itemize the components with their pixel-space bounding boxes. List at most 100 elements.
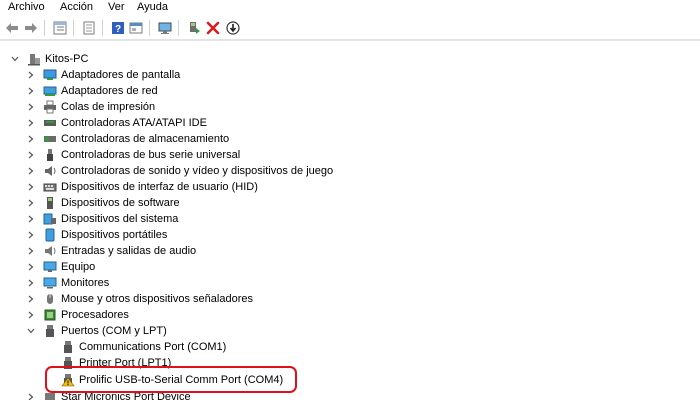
tree-item-puertos[interactable]: Puertos (COM y LPT) — [0, 323, 700, 339]
usb-icon — [47, 149, 53, 161]
tree-item-label: Controladoras de bus serie universal — [61, 149, 241, 161]
tree-item-label: Dispositivos portátiles — [61, 229, 168, 241]
toolbar-separator — [44, 20, 45, 36]
tree-item-controladoras-usb[interactable]: Controladoras de bus serie universal — [0, 147, 700, 163]
forward-icon[interactable] — [23, 20, 39, 36]
toolbar-separator — [102, 20, 103, 36]
tree-item-label: Communications Port (COM1) — [79, 341, 227, 353]
display-adapter-icon — [43, 69, 57, 80]
device-tree: Kitos-PC Adaptadores de pantalla Adaptad… — [0, 40, 700, 400]
chevron-right-icon[interactable] — [25, 85, 37, 97]
highlight-annotation — [45, 366, 297, 393]
network-adapter-icon — [43, 86, 57, 96]
tree-item-mouse[interactable]: Mouse y otros dispositivos señaladores — [0, 291, 700, 307]
panel-icon[interactable] — [128, 20, 144, 36]
keyboard-icon — [43, 183, 57, 192]
tree-item-label: Controladoras ATA/ATAPI IDE — [61, 117, 207, 129]
chevron-right-icon[interactable] — [25, 101, 37, 113]
menu-archivo[interactable]: Archivo — [8, 1, 45, 14]
chevron-right-icon[interactable] — [25, 133, 37, 145]
uninstall-icon[interactable] — [205, 20, 221, 36]
tree-item-label: Dispositivos del sistema — [61, 213, 179, 225]
toolbar: ? — [0, 16, 700, 40]
menu-ver[interactable]: Ver — [108, 1, 125, 14]
speaker-icon — [45, 166, 56, 176]
software-device-icon — [47, 197, 53, 209]
processor-icon — [44, 309, 56, 321]
tree-item-controladoras-ata[interactable]: Controladoras ATA/ATAPI IDE — [0, 115, 700, 131]
properties-icon[interactable] — [81, 20, 97, 36]
tree-item-label: Controladoras de almacenamiento — [61, 133, 230, 145]
tree-root[interactable]: Kitos-PC — [0, 51, 700, 67]
tree-item-label: Entradas y salidas de audio — [61, 245, 197, 257]
monitor-icon — [43, 277, 57, 289]
computer-icon — [28, 54, 40, 66]
tree-item-label: Adaptadores de pantalla — [61, 69, 181, 81]
printer-icon — [44, 100, 56, 114]
chevron-down-icon[interactable] — [25, 325, 37, 337]
ide-controller-icon — [44, 120, 56, 126]
storage-controller-icon — [44, 136, 56, 142]
chevron-right-icon[interactable] — [25, 213, 37, 225]
chevron-right-icon[interactable] — [25, 391, 37, 400]
tree-item-colas-impresion[interactable]: Colas de impresión — [0, 99, 700, 115]
computer-monitor-icon — [43, 261, 57, 272]
mouse-icon — [47, 294, 53, 304]
port-icon — [64, 341, 72, 353]
tree-item-audio[interactable]: Entradas y salidas de audio — [0, 243, 700, 259]
chevron-right-icon[interactable] — [25, 277, 37, 289]
download-icon[interactable] — [225, 20, 241, 36]
tree-item-adaptadores-red[interactable]: Adaptadores de red — [0, 83, 700, 99]
audio-io-icon — [45, 246, 56, 256]
menu-ayuda[interactable]: Ayuda — [137, 1, 168, 14]
help-icon[interactable]: ? — [110, 20, 126, 36]
chevron-right-icon[interactable] — [25, 181, 37, 193]
chevron-right-icon[interactable] — [25, 165, 37, 177]
tree-item-label: Colas de impresión — [61, 101, 156, 113]
chevron-right-icon[interactable] — [25, 197, 37, 209]
chevron-right-icon[interactable] — [25, 229, 37, 241]
chevron-right-icon[interactable] — [25, 69, 37, 81]
chevron-right-icon[interactable] — [25, 245, 37, 257]
tree-item-label: Dispositivos de interfaz de usuario (HID… — [61, 181, 258, 193]
tree-item-controladoras-almacenamiento[interactable]: Controladoras de almacenamiento — [0, 131, 700, 147]
toolbar-separator — [149, 20, 150, 36]
toolbar-separator — [73, 20, 74, 36]
chevron-right-icon[interactable] — [25, 117, 37, 129]
tree-item-software[interactable]: Dispositivos de software — [0, 195, 700, 211]
tree-item-hid[interactable]: Dispositivos de interfaz de usuario (HID… — [0, 179, 700, 195]
tree-item-label: Adaptadores de red — [61, 85, 158, 97]
chevron-right-icon[interactable] — [25, 309, 37, 321]
tree-item-label: Monitores — [61, 277, 110, 289]
menu-bar: Archivo Acción Ver Ayuda — [0, 0, 700, 16]
tree-item-label: Mouse y otros dispositivos señaladores — [61, 293, 253, 305]
tree-item-portatiles[interactable]: Dispositivos portátiles — [0, 227, 700, 243]
chevron-right-icon[interactable] — [25, 261, 37, 273]
system-device-icon — [43, 213, 56, 225]
add-driver-icon[interactable] — [186, 20, 202, 36]
tree-item-label: Puertos (COM y LPT) — [61, 325, 167, 337]
tree-view-icon[interactable] — [52, 20, 68, 36]
tree-item-equipo[interactable]: Equipo — [0, 259, 700, 275]
tree-item-label: Procesadores — [61, 309, 129, 321]
tree-item-com1[interactable]: Communications Port (COM1) — [0, 339, 700, 355]
tree-item-procesadores[interactable]: Procesadores — [0, 307, 700, 323]
tree-item-label: Dispositivos de software — [61, 197, 180, 209]
chevron-down-icon[interactable] — [9, 53, 21, 65]
tree-item-monitores[interactable]: Monitores — [0, 275, 700, 291]
tree-root-label: Kitos-PC — [45, 53, 89, 65]
back-icon[interactable] — [4, 20, 20, 36]
toolbar-separator — [178, 20, 179, 36]
port-icon — [46, 325, 54, 337]
tree-item-sistema[interactable]: Dispositivos del sistema — [0, 211, 700, 227]
monitor-icon[interactable] — [157, 20, 173, 36]
menu-accion[interactable]: Acción — [60, 1, 93, 14]
portable-device-icon — [45, 228, 55, 242]
chevron-right-icon[interactable] — [25, 293, 37, 305]
svg-text:?: ? — [115, 24, 121, 35]
tree-item-label: Controladoras de sonido y vídeo y dispos… — [61, 165, 334, 177]
tree-item-adaptadores-pantalla[interactable]: Adaptadores de pantalla — [0, 67, 700, 83]
chevron-right-icon[interactable] — [25, 149, 37, 161]
tree-item-label: Equipo — [61, 261, 96, 273]
tree-item-sonido-video[interactable]: Controladoras de sonido y vídeo y dispos… — [0, 163, 700, 179]
